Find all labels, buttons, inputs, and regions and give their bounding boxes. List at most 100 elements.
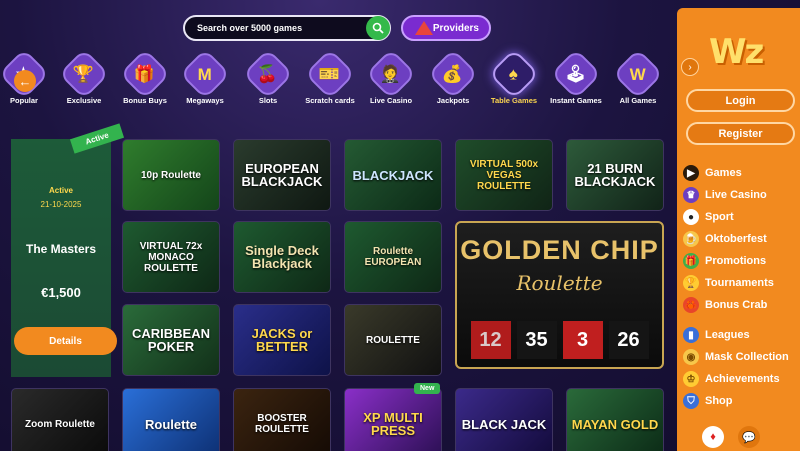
game-tile[interactable]: BLACK JACK <box>455 388 553 451</box>
gift-icon: 🎁 <box>683 253 699 269</box>
arrow-left-icon: ← <box>18 73 32 89</box>
new-badge: New <box>414 383 441 394</box>
search-input[interactable]: Search over 5000 games <box>197 23 302 33</box>
sidebar-item-label: Bonus Crab <box>705 299 768 311</box>
game-tile[interactable]: JACKS or BETTER <box>233 304 331 376</box>
game-tile[interactable]: 21 BURN BLACKJACK <box>566 139 664 211</box>
sidebar-item-label: Live Casino <box>705 189 767 201</box>
category-all-games[interactable]: W All Games <box>606 48 670 105</box>
game-tile[interactable]: CARIBBEAN POKER <box>122 304 220 376</box>
game-title: BLACKJACK <box>352 167 434 183</box>
trophy-icon: 🏆 <box>683 275 699 291</box>
search-bar[interactable]: Search over 5000 games <box>183 15 391 41</box>
chevron-right-icon: › <box>688 61 692 73</box>
game-tile[interactable]: Roulette <box>122 388 220 451</box>
soccer-ball-icon: ● <box>683 209 699 225</box>
game-tile[interactable]: BOOSTER ROULETTE <box>233 388 331 451</box>
dealer-icon: 🤵 <box>365 48 417 100</box>
sidebar-item-promotions[interactable]: 🎁 Promotions <box>683 250 800 272</box>
game-tile[interactable]: ROULETTE <box>344 304 442 376</box>
game-title: 10p Roulette <box>140 169 201 181</box>
beer-icon: 🍺 <box>683 231 699 247</box>
game-tile[interactable]: XP MULTI PRESS <box>344 388 442 451</box>
login-button[interactable]: Login <box>686 89 795 112</box>
sidebar-item-games[interactable]: ▶ Games <box>683 162 800 184</box>
game-title: 21 BURN BLACKJACK <box>574 161 656 189</box>
sidebar-item-label: Sport <box>705 211 734 223</box>
category-label: Exclusive <box>66 96 102 105</box>
sidebar-item-leagues[interactable]: ▮ Leagues <box>683 324 800 346</box>
game-tile[interactable]: MAYAN GOLD <box>566 388 664 451</box>
tournament-prize: €1,500 <box>41 285 81 300</box>
providers-button[interactable]: Providers <box>401 15 491 41</box>
category-megaways[interactable]: M Megaways <box>173 48 237 105</box>
game-tile[interactable]: 10p Roulette <box>122 139 220 211</box>
sidebar-item-bonus-crab[interactable]: 🦀 Bonus Crab <box>683 294 800 316</box>
featured-subtitle: Roulette <box>516 271 603 295</box>
sidebar-item-oktoberfest[interactable]: 🍺 Oktoberfest <box>683 228 800 250</box>
game-tile[interactable]: VIRTUAL 500x VEGAS ROULETTE <box>455 139 553 211</box>
sidebar: › Wz Login Register ▶ Games ♛ Live Casino … <box>677 8 800 451</box>
sidebar-item-label: Tournaments <box>705 277 774 289</box>
game-title: BLACK JACK <box>461 416 547 432</box>
sidebar-item-shop[interactable]: ⛉ Shop <box>683 390 800 412</box>
category-jackpots[interactable]: 💰 Jackpots <box>421 48 485 105</box>
details-button[interactable]: Details <box>14 327 117 355</box>
sidebar-footer: ♦ 💬 <box>702 426 760 448</box>
category-table-games[interactable]: ♠ Table Games <box>482 48 546 105</box>
crab-icon: 🦀 <box>683 297 699 313</box>
sidebar-toggle-button[interactable]: › <box>681 58 699 76</box>
game-tile[interactable]: BLACKJACK <box>344 139 442 211</box>
category-live-casino[interactable]: 🤵 Live Casino <box>359 48 423 105</box>
roulette-number: 12 <box>470 321 511 359</box>
category-label: Live Casino <box>369 96 413 105</box>
game-title: Zoom Roulette <box>25 418 95 430</box>
game-tile[interactable]: Zoom Roulette <box>11 388 109 451</box>
flag-icon[interactable]: ♦ <box>702 426 724 448</box>
sidebar-item-live-casino[interactable]: ♛ Live Casino <box>683 184 800 206</box>
spade-icon: ♠ <box>488 48 540 100</box>
category-exclusive[interactable]: 🏆 Exclusive <box>52 48 116 105</box>
featured-game-tile[interactable]: GOLDEN CHIP Roulette 12 35 3 26 <box>455 221 664 369</box>
game-title: Single Deck Blackjack <box>245 243 319 271</box>
game-title: EUROPEAN BLACKJACK <box>241 161 323 189</box>
category-slots[interactable]: 🍒 Slots <box>236 48 300 105</box>
game-tile[interactable]: EUROPEAN BLACKJACK <box>233 139 331 211</box>
category-bar: ★ Popular 🏆 Exclusive 🎁 Bonus Buys M Meg… <box>0 48 670 124</box>
joystick-icon: 🕹 <box>550 48 602 100</box>
sidebar-item-mask-collection[interactable]: ◉ Mask Collection <box>683 346 800 368</box>
game-title: XP MULTI PRESS <box>363 410 423 438</box>
sidebar-item-label: Shop <box>705 395 733 407</box>
cherries-icon: 🍒 <box>242 48 294 100</box>
game-tile[interactable]: Roulette EUROPEAN <box>344 221 442 293</box>
sidebar-item-tournaments[interactable]: 🏆 Tournaments <box>683 272 800 294</box>
search-button[interactable] <box>366 16 390 40</box>
sidebar-item-label: Mask Collection <box>705 351 789 363</box>
chat-icon[interactable]: 💬 <box>738 426 760 448</box>
category-bonus-buys[interactable]: 🎁 Bonus Buys <box>113 48 177 105</box>
sidebar-item-sport[interactable]: ● Sport <box>683 206 800 228</box>
category-instant-games[interactable]: 🕹 Instant Games <box>544 48 608 105</box>
category-label: All Games <box>619 96 657 105</box>
game-title: Roulette EUROPEAN <box>364 246 422 268</box>
register-button[interactable]: Register <box>686 122 795 145</box>
category-label: Slots <box>258 96 278 105</box>
sidebar-item-label: Games <box>705 167 742 179</box>
sidebar-item-achievements[interactable]: ♔ Achievements <box>683 368 800 390</box>
game-tile[interactable]: VIRTUAL 72x MONACO ROULETTE <box>122 221 220 293</box>
category-label: Megaways <box>186 96 224 105</box>
trophy-icon: 🏆 <box>58 48 110 100</box>
sidebar-item-label: Promotions <box>705 255 767 267</box>
logo: Wz <box>709 32 764 72</box>
providers-icon <box>415 21 433 35</box>
category-scratch-cards[interactable]: 🎫 Scratch cards <box>298 48 362 105</box>
sidebar-item-label: Achievements <box>705 373 780 385</box>
roulette-number: 26 <box>608 321 649 359</box>
tournament-date: 21-10-2025 <box>40 200 82 209</box>
game-title: ROULETTE <box>366 334 420 346</box>
game-title: JACKS or BETTER <box>251 326 313 354</box>
sidebar-item-label: Leagues <box>705 329 750 341</box>
scroll-left-button[interactable]: ← <box>14 70 36 92</box>
game-tile[interactable]: Single Deck Blackjack <box>233 221 331 293</box>
crown-icon: ♔ <box>683 371 699 387</box>
